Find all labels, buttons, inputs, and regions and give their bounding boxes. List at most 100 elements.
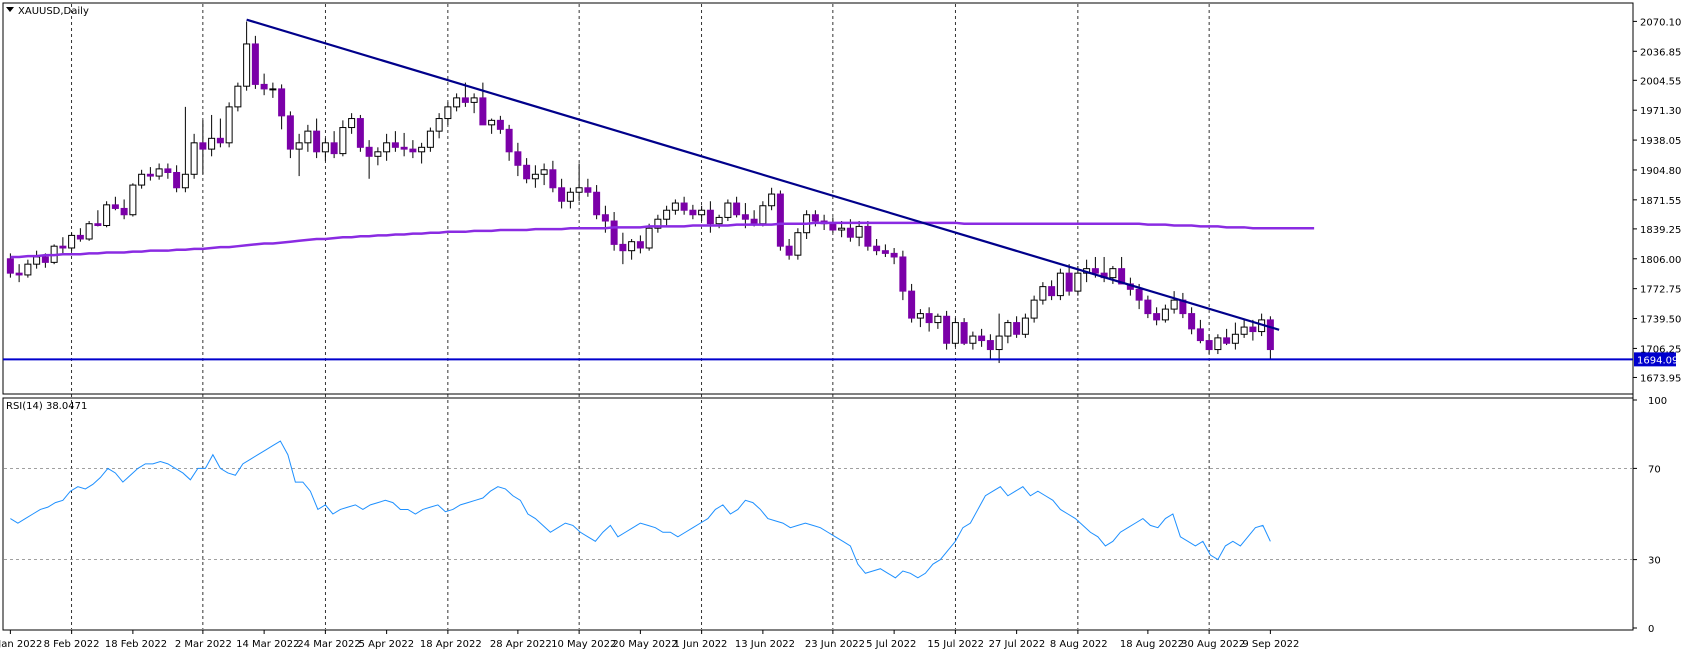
rsi-tick-label: 0 [1648,624,1654,635]
bull-candle [33,256,41,265]
bull-candle [426,130,434,148]
bear-candle [846,227,854,238]
current-price-tag: 1694.09 [1634,352,1678,367]
bear-candle [1188,313,1196,330]
bear-candle [523,164,531,180]
bear-candle [461,97,469,103]
x-tick-label: 28 Apr 2022 [490,639,552,650]
bear-candle [619,243,627,252]
bull-candle [295,142,303,150]
bear-candle [1135,288,1143,301]
symbol-label: XAUUSD,Daily [18,6,89,17]
x-tick-label: 24 Mar 2022 [297,639,360,650]
bull-candle [103,204,111,227]
bull-candle [855,225,863,238]
bull-candle [838,227,846,231]
bear-candle [1144,299,1152,315]
bear-candle [890,252,898,258]
bull-candle [68,234,76,249]
bear-candle [496,119,504,130]
bull-candle [243,43,251,87]
x-tick-label: 18 Apr 2022 [420,639,482,650]
bear-candle [111,204,119,209]
y-tick-label: 1739.50 [1640,315,1681,326]
bear-candle [811,214,819,222]
bear-candle [873,245,881,252]
bear-candle [610,220,618,245]
bull-candle [1074,272,1082,292]
bull-candle [759,205,767,225]
bear-candle [41,256,49,263]
x-tick-label: 27 Jan 2022 [0,639,42,650]
bull-candle [321,142,329,153]
x-tick-label: 13 Jun 2022 [735,639,795,650]
bear-candle [680,202,688,211]
bear-candle [1196,328,1204,342]
rsi-tick-label: 30 [1648,556,1661,567]
bull-candle [566,191,574,202]
x-tick-label: 20 May 2022 [612,639,677,650]
bull-candle [540,169,548,175]
bull-candle [951,322,959,344]
bull-candle [1161,308,1169,321]
bull-candle [969,335,977,344]
bull-candle [1030,299,1038,319]
y-tick-label: 1904.80 [1640,166,1681,177]
rsi-label: RSI(14) 38.0471 [6,401,87,412]
bull-candle [916,313,924,319]
bull-candle [85,223,93,240]
y-tick-label: 1871.55 [1640,196,1681,207]
bear-candle [549,169,557,189]
bear-candle [741,214,749,220]
x-tick-label: 14 Mar 2022 [236,639,299,650]
bull-candle [1056,272,1064,297]
bull-candle [269,88,277,91]
x-tick-label: 18 Feb 2022 [105,639,167,650]
bear-candle [750,218,758,225]
bull-candle [698,209,706,216]
bull-candle [715,216,723,225]
bear-candle [356,118,364,148]
x-tick-label: 18 Aug 2022 [1120,639,1184,650]
bull-candle [768,193,776,207]
bear-candle [409,148,417,153]
x-tick-label: 9 Sep 2022 [1242,639,1299,650]
bear-candle [164,168,172,173]
x-tick-label: 27 Jul 2022 [989,639,1046,650]
x-tick-label: 8 Feb 2022 [44,639,100,650]
bull-candle [374,151,382,157]
bear-candle [960,322,968,344]
bear-candle [400,146,408,150]
price-pane-header: XAUUSD,Daily [6,6,89,17]
x-tick-label: 15 Jul 2022 [927,639,984,650]
bear-candle [1249,326,1257,333]
bull-candle [488,119,496,126]
bear-candle [260,83,268,90]
y-tick-label: 2004.55 [1640,76,1681,87]
bear-candle [881,250,889,254]
bear-candle [706,209,714,225]
bear-candle [925,313,933,324]
bull-candle [348,118,356,129]
y-tick-label: 1806.00 [1640,255,1681,266]
bear-candle [1205,340,1213,351]
x-tick-label: 2 Mar 2022 [175,639,232,650]
bull-candle [304,130,312,144]
bear-candle [1048,286,1056,297]
rsi-tick-label: 70 [1648,464,1661,475]
bear-candle [776,193,784,247]
current-price-tag-text: 1694.09 [1637,355,1678,366]
bull-candle [995,335,1003,351]
trading-chart[interactable]: 2070.10 2036.85 2004.55 1971.30 1938.05 1904.… [0,0,1683,654]
bear-candle [330,142,338,155]
bull-candle [453,97,461,108]
bull-candle [155,168,163,177]
bear-candle [908,290,916,319]
bull-candle [1004,322,1012,337]
y-tick-label: 1772.75 [1640,285,1681,296]
bull-candle [1170,299,1178,310]
x-tick-label: 30 Aug 2022 [1181,639,1245,650]
bear-candle [943,315,951,344]
bull-candle [339,127,347,155]
bull-candle [794,232,802,256]
